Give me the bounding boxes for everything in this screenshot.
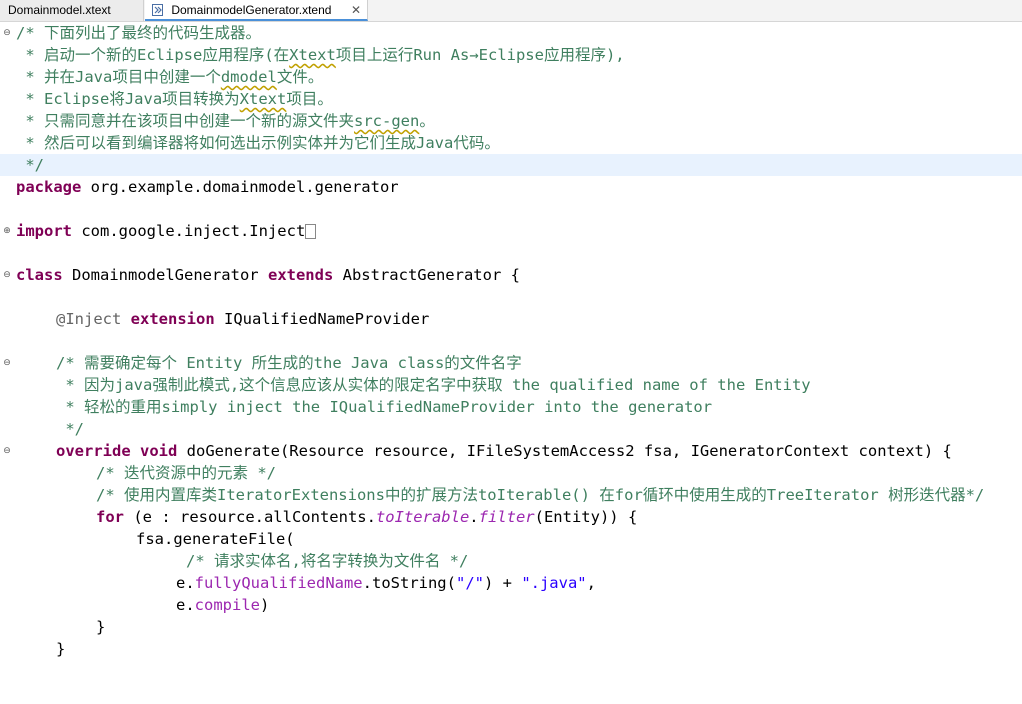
editor-tab-bar: Domainmodel.xtext DomainmodelGenerator.x… xyxy=(0,0,1022,22)
collapse-icon[interactable]: ⊖ xyxy=(2,358,12,368)
tab-label: DomainmodelGenerator.xtend xyxy=(171,3,332,17)
code-line-7-current: */ xyxy=(0,154,1022,176)
code-line-comment5: /* 请求实体名,将名字转换为文件名 */ xyxy=(186,552,469,570)
code-line-comment4: /* 使用内置库类IteratorExtensions中的扩展方法toItera… xyxy=(96,486,985,504)
expand-icon[interactable]: ⊕ xyxy=(2,226,12,236)
collapse-icon[interactable]: ⊖ xyxy=(2,446,12,456)
code-line-2: * 启动一个新的Eclipse应用程序(在Xtext项目上运行Run As→Ec… xyxy=(16,46,625,64)
code-line-for: for (e : resource.allContents.toIterable… xyxy=(96,508,638,526)
tab-label: Domainmodel.xtext xyxy=(8,3,111,17)
code-line-comment3: /* 迭代资源中的元素 */ xyxy=(96,464,276,482)
close-tab-icon[interactable]: ✕ xyxy=(351,0,361,21)
code-line-inject: @Inject extension IQualifiedNameProvider xyxy=(56,310,430,328)
code-line-3: * 并在Java项目中创建一个dmodel文件。 xyxy=(16,68,324,86)
code-line-comment2-1: ⊖ /* 需要确定每个 Entity 所生成的the Java class的文件… xyxy=(2,354,522,372)
xtend-file-icon xyxy=(152,4,163,16)
code-line-generate: fsa.generateFile( xyxy=(136,530,295,548)
code-line-class: ⊖ class DomainmodelGenerator extends Abs… xyxy=(2,266,520,284)
code-line-compile: e.compile) xyxy=(176,596,270,614)
code-line-comment2-3: * 轻松的重用simply inject the IQualifiedNameP… xyxy=(56,398,713,416)
code-editor[interactable]: ⊖ /* 下面列出了最终的代码生成器。 * 启动一个新的Eclipse应用程序(… xyxy=(0,22,1022,661)
code-line-filename: e.fullyQualifiedName.toString("/") + ".j… xyxy=(176,574,596,592)
code-line-6: * 然后可以看到编译器将如何选出示例实体并为它们生成Java代码。 xyxy=(16,134,500,152)
code-line-comment2-2: * 因为java强制此模式,这个信息应该从实体的限定名字中获取 the qual… xyxy=(56,376,811,394)
code-line-5: * 只需同意并在该项目中创建一个新的源文件夹src-gen。 xyxy=(16,112,435,130)
code-line-close-for: } xyxy=(96,618,106,636)
code-line-4: * Eclipse将Java项目转换为Xtext项目。 xyxy=(16,90,333,108)
code-line-method: ⊖ override void doGenerate(Resource reso… xyxy=(2,442,952,460)
code-line-close-method: } xyxy=(56,640,66,658)
collapse-icon[interactable]: ⊖ xyxy=(2,270,12,280)
folded-region-marker[interactable] xyxy=(305,224,317,239)
tab-domainmodel-xtext[interactable]: Domainmodel.xtext xyxy=(0,0,144,21)
tab-domainmodel-generator-xtend[interactable]: DomainmodelGenerator.xtend ✕ xyxy=(145,0,368,21)
code-line-import: ⊕ import com.google.inject.Inject xyxy=(0,220,1022,242)
code-line-package: package org.example.domainmodel.generato… xyxy=(16,178,399,196)
collapse-icon[interactable]: ⊖ xyxy=(2,28,12,38)
code-line-1: ⊖ /* 下面列出了最终的代码生成器。 xyxy=(2,24,261,42)
code-line-comment2-4: */ xyxy=(56,420,84,438)
